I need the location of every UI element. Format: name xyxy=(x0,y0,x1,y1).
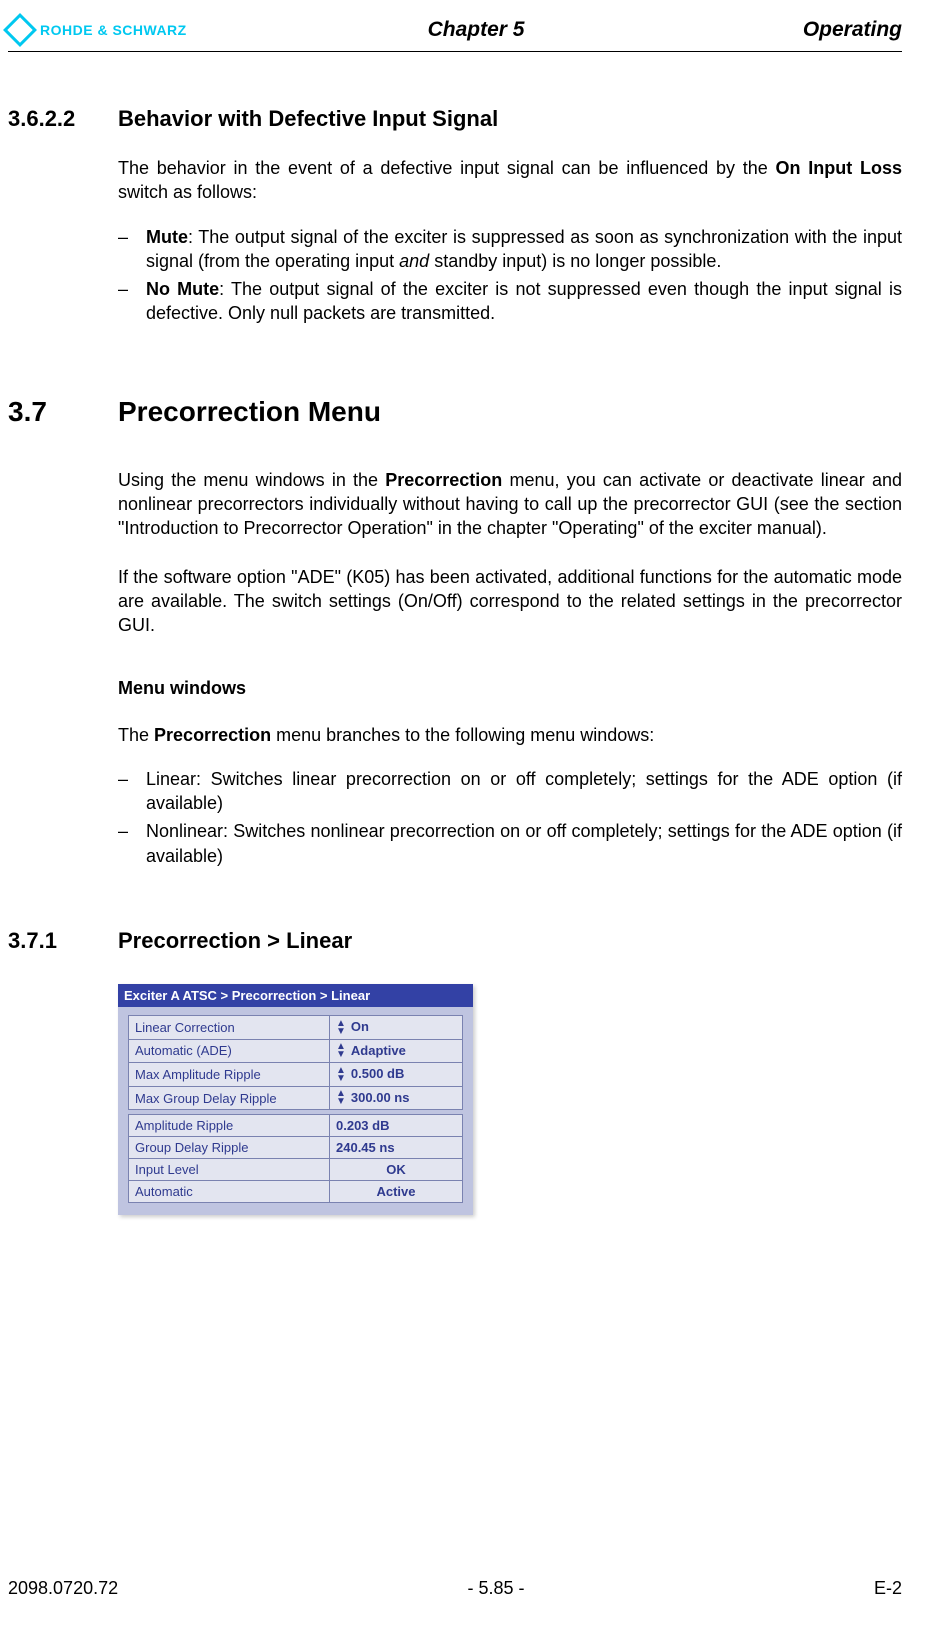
text: menu branches to the following menu wind… xyxy=(271,725,654,745)
heading-title: Behavior with Defective Input Signal xyxy=(118,106,498,132)
paragraph: If the software option "ADE" (K05) has b… xyxy=(118,565,902,638)
value-text: 240.45 ns xyxy=(336,1140,395,1155)
text-italic: and xyxy=(399,251,429,271)
heading-3-7-1: 3.7.1 Precorrection > Linear xyxy=(8,928,902,954)
text-bold: Precorrection xyxy=(385,470,502,490)
chapter-label: Chapter 5 xyxy=(428,18,525,42)
value-text: 300.00 ns xyxy=(351,1090,410,1105)
setting-value[interactable]: ▲▼ 0.500 dB xyxy=(330,1063,463,1087)
text: standby input) is no longer possible. xyxy=(429,251,721,271)
text-bold: No Mute xyxy=(146,279,219,299)
value-text: OK xyxy=(386,1162,406,1177)
setting-value[interactable]: ▲▼ On xyxy=(330,1016,463,1040)
heading-number: 3.7.1 xyxy=(8,928,118,954)
heading-title: Precorrection > Linear xyxy=(118,928,352,954)
list-item: Mute: The output signal of the exciter i… xyxy=(118,225,902,274)
setting-value: 240.45 ns xyxy=(330,1137,463,1159)
footer-center: - 5.85 - xyxy=(468,1578,525,1599)
settings-table: Linear Correction ▲▼ On Automatic (ADE) ▲▼ Ad… xyxy=(128,1015,463,1203)
value-text: 0.500 dB xyxy=(351,1066,404,1081)
setting-label: Group Delay Ripple xyxy=(129,1137,330,1159)
paragraph: The behavior in the event of a defective… xyxy=(118,156,902,205)
table-row: Max Amplitude Ripple ▲▼ 0.500 dB xyxy=(129,1063,463,1087)
setting-value[interactable]: ▲▼ Adaptive xyxy=(330,1039,463,1063)
text: Using the menu windows in the xyxy=(118,470,385,490)
value-text: Active xyxy=(376,1184,415,1199)
setting-label: Automatic (ADE) xyxy=(129,1039,330,1063)
table-row: Automatic Active xyxy=(129,1181,463,1203)
screenshot-precorrection-linear: Exciter A ATSC > Precorrection > Linear … xyxy=(118,984,473,1215)
value-text: 0.203 dB xyxy=(336,1118,389,1133)
heading-3-7: 3.7 Precorrection Menu xyxy=(8,396,902,428)
list-item: Nonlinear: Switches nonlinear precorrect… xyxy=(118,819,902,868)
bullet-list: Linear: Switches linear precorrection on… xyxy=(118,767,902,868)
value-text: Adaptive xyxy=(351,1043,406,1058)
setting-label: Automatic xyxy=(129,1181,330,1203)
spinner-icon[interactable]: ▲▼ xyxy=(336,1067,346,1083)
heading-number: 3.7 xyxy=(8,396,118,428)
setting-value: Active xyxy=(330,1181,463,1203)
spinner-icon[interactable]: ▲▼ xyxy=(336,1043,346,1059)
text-bold: On Input Loss xyxy=(776,158,902,178)
setting-label: Max Amplitude Ripple xyxy=(129,1063,330,1087)
table-row: Max Group Delay Ripple ▲▼ 300.00 ns xyxy=(129,1086,463,1110)
table-row: Automatic (ADE) ▲▼ Adaptive xyxy=(129,1039,463,1063)
setting-value: OK xyxy=(330,1159,463,1181)
setting-label: Linear Correction xyxy=(129,1016,330,1040)
page-footer: 2098.0720.72 - 5.85 - E-2 xyxy=(8,1578,902,1599)
sub-heading: Menu windows xyxy=(118,678,902,699)
spinner-icon[interactable]: ▲▼ xyxy=(336,1090,346,1106)
heading-number: 3.6.2.2 xyxy=(8,106,118,132)
paragraph: Using the menu windows in the Precorrect… xyxy=(118,468,902,541)
text-bold: Precorrection xyxy=(154,725,271,745)
footer-right: E-2 xyxy=(874,1578,902,1599)
table-row: Linear Correction ▲▼ On xyxy=(129,1016,463,1040)
bullet-list: Mute : The output signal of the exciter i… xyxy=(118,225,902,326)
panel-title: Exciter A ATSC > Precorrection > Linear xyxy=(118,984,473,1007)
value-text: On xyxy=(351,1019,369,1034)
heading-3-6-2-2: 3.6.2.2 Behavior with Defective Input Si… xyxy=(8,106,902,132)
brand-text: ROHDE & SCHWARZ xyxy=(40,22,187,38)
footer-left: 2098.0720.72 xyxy=(8,1578,118,1599)
list-item: No Mute: The output signal of the excite… xyxy=(118,277,902,326)
setting-label: Amplitude Ripple xyxy=(129,1115,330,1137)
text: switch as follows: xyxy=(118,182,257,202)
setting-label: Max Group Delay Ripple xyxy=(129,1086,330,1110)
setting-label: Input Level xyxy=(129,1159,330,1181)
paragraph: The Precorrection menu branches to the f… xyxy=(118,723,902,747)
header-rule xyxy=(8,51,902,52)
heading-title: Precorrection Menu xyxy=(118,396,381,428)
text: The behavior in the event of a defective… xyxy=(118,158,776,178)
spinner-icon[interactable]: ▲▼ xyxy=(336,1020,346,1036)
list-item: Linear: Switches linear precorrection on… xyxy=(118,767,902,816)
table-row: Group Delay Ripple 240.45 ns xyxy=(129,1137,463,1159)
logo-diamond-icon xyxy=(3,13,37,47)
setting-value[interactable]: ▲▼ 300.00 ns xyxy=(330,1086,463,1110)
brand-logo: ROHDE & SCHWARZ xyxy=(8,18,187,42)
page-header: ROHDE & SCHWARZ Chapter 5 Operating xyxy=(8,18,902,47)
table-row: Amplitude Ripple 0.203 dB xyxy=(129,1115,463,1137)
text: : The output signal of the exciter is no… xyxy=(146,279,902,323)
text: The xyxy=(118,725,154,745)
text-bold: Mute xyxy=(146,227,188,247)
section-label: Operating xyxy=(803,18,902,42)
table-row: Input Level OK xyxy=(129,1159,463,1181)
setting-value: 0.203 dB xyxy=(330,1115,463,1137)
